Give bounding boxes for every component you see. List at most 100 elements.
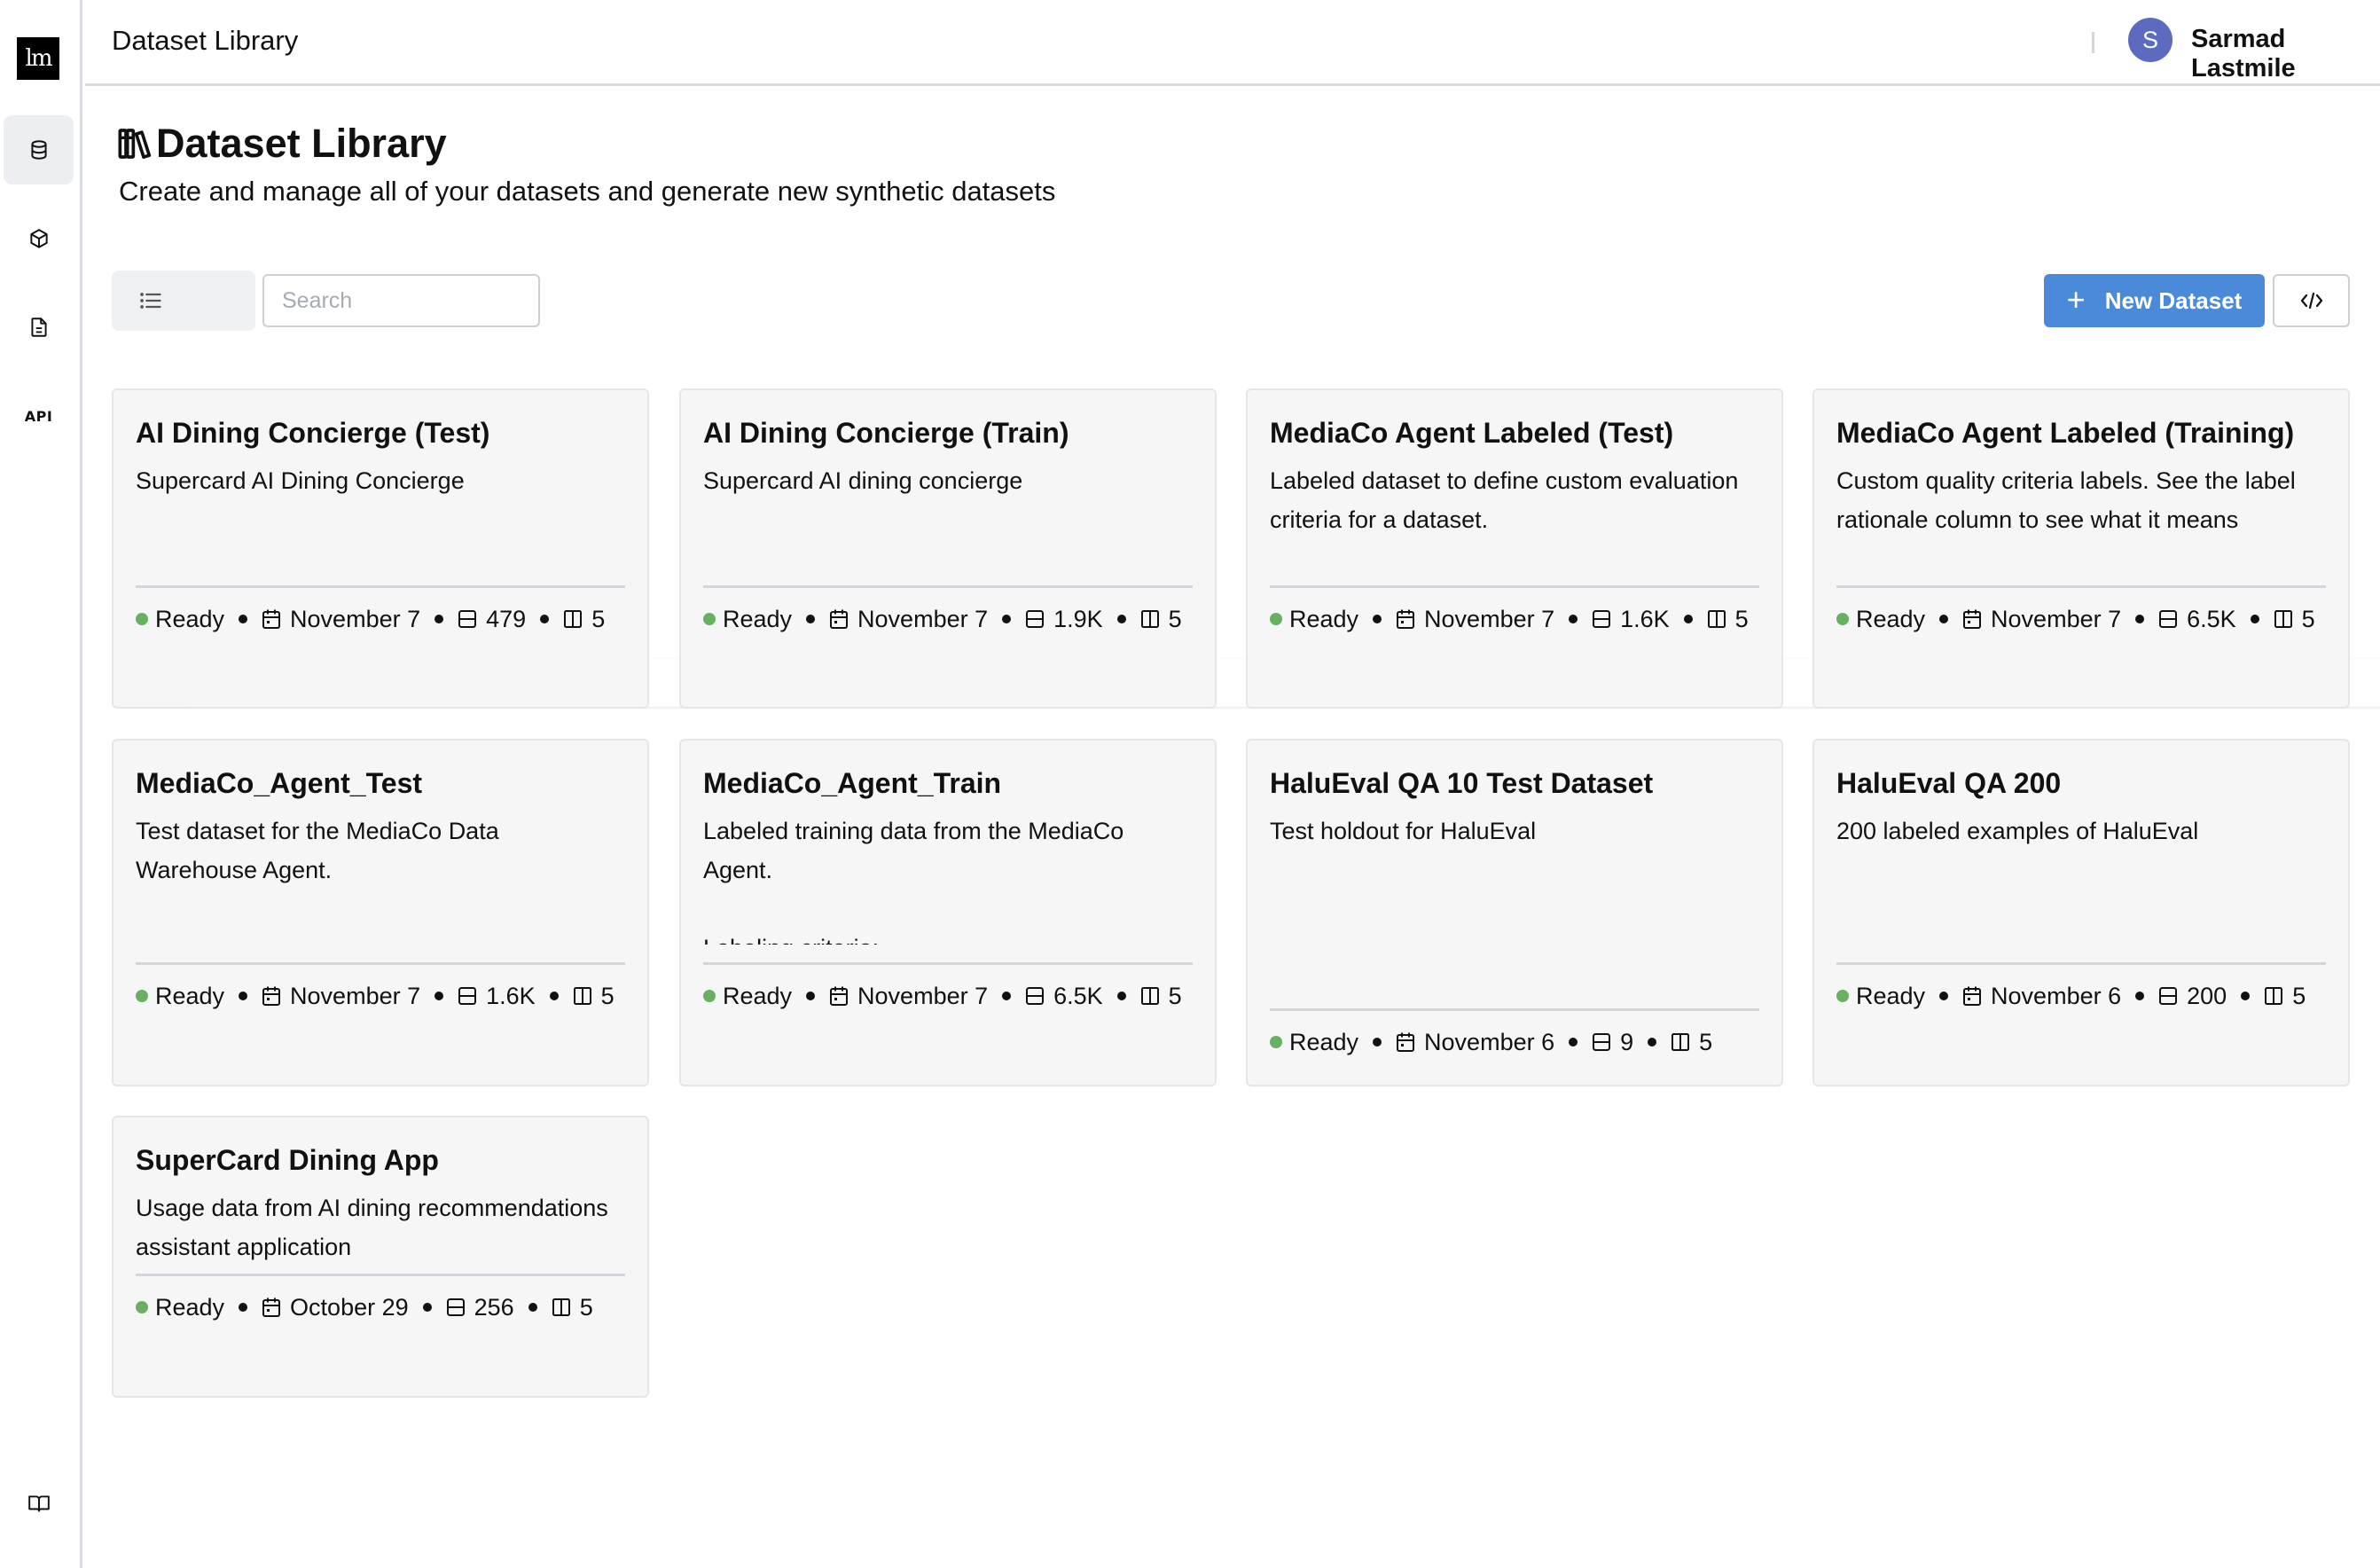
rows-count: 1.6K [486, 983, 536, 1009]
dataset-card[interactable]: MediaCo Agent Labeled (Test) Labeled dat… [1246, 388, 1783, 709]
columns-count: 5 [1699, 1029, 1713, 1055]
rows-count: 1.6K [1620, 606, 1670, 632]
separator-dot [1648, 1038, 1657, 1047]
status-text: Ready [1856, 606, 1926, 632]
separator-dot [2250, 615, 2259, 623]
rows-count: 1.9K [1053, 606, 1103, 632]
list-view-button[interactable] [119, 277, 183, 325]
status-badge: Ready [1270, 596, 1358, 642]
dataset-columns: 5 [1707, 596, 1749, 642]
separator-dot [422, 1303, 432, 1312]
user-name[interactable]: Sarmad Lastmile [2191, 25, 2380, 83]
columns-icon [1140, 987, 1159, 1005]
status-badge: Ready [136, 973, 224, 1019]
dataset-card[interactable]: HaluEval QA 10 Test Dataset Test holdout… [1246, 739, 1783, 1086]
dataset-rows: 479 [458, 596, 526, 642]
dataset-rows: 1.6K [458, 973, 536, 1019]
search-input[interactable] [262, 274, 540, 327]
plus-icon: + [2066, 280, 2086, 318]
status-text: Ready [155, 983, 225, 1009]
separator-dot [239, 615, 248, 623]
calendar-icon [1963, 609, 1982, 629]
dataset-rows: 1.6K [1592, 596, 1670, 642]
dataset-rows: 9 [1592, 1019, 1633, 1065]
status-badge: Ready [136, 1284, 224, 1330]
dataset-card[interactable]: SuperCard Dining App Usage data from AI … [112, 1116, 649, 1398]
calendar-icon [830, 986, 849, 1006]
date-text: November 7 [290, 983, 421, 1009]
separator-dot [806, 615, 816, 623]
separator-dot [2135, 992, 2145, 1000]
columns-icon [1707, 610, 1726, 628]
dataset-date: November 6 [1396, 1019, 1554, 1065]
card-divider [1836, 585, 2326, 588]
rows-count: 6.5K [1053, 983, 1103, 1009]
separator-dot [435, 992, 444, 1000]
dataset-card[interactable]: HaluEval QA 200 200 labeled examples of … [1812, 739, 2350, 1086]
rows-icon [458, 987, 477, 1005]
sidebar-item-api[interactable]: API [4, 381, 74, 451]
sidebar-item-docs[interactable] [4, 1469, 74, 1538]
top-header: Dataset Library S Sarmad Lastmile [85, 0, 2380, 86]
dataset-card[interactable]: MediaCo_Agent_Test Test dataset for the … [112, 739, 649, 1086]
sidebar-item-datasets[interactable] [4, 115, 74, 184]
status-text: Ready [1289, 606, 1359, 632]
sidebar-item-models[interactable] [4, 204, 74, 273]
separator-dot [1002, 615, 1012, 623]
dataset-card[interactable]: MediaCo Agent Labeled (Training) Custom … [1812, 388, 2350, 709]
dataset-date: November 7 [262, 973, 420, 1019]
separator-dot [239, 992, 248, 1000]
date-text: November 7 [1991, 606, 2122, 632]
calendar-icon [1963, 986, 1982, 1006]
dataset-card[interactable]: AI Dining Concierge (Test) Supercard AI … [112, 388, 649, 709]
user-avatar[interactable]: S [2128, 18, 2173, 62]
separator-dot [1002, 992, 1012, 1000]
dataset-date: October 29 [262, 1284, 409, 1330]
status-dot-icon [136, 613, 148, 625]
separator-dot [528, 1303, 537, 1312]
dataset-meta: Ready October 29 256 5 [136, 1284, 625, 1330]
card-divider [1836, 962, 2326, 965]
file-text-icon [30, 318, 47, 337]
rows-icon [1593, 610, 1611, 628]
header-title: Dataset Library [112, 25, 299, 56]
columns-icon [1671, 1033, 1690, 1051]
cube-icon [29, 229, 48, 248]
separator-dot [2241, 992, 2251, 1000]
dataset-date: November 7 [829, 596, 988, 642]
status-text: Ready [723, 606, 793, 632]
date-text: November 7 [1424, 606, 1555, 632]
dataset-card[interactable]: MediaCo_Agent_Train Labeled training dat… [679, 739, 1217, 1086]
new-dataset-button[interactable]: + New Dataset [2044, 274, 2265, 327]
calendar-icon [1397, 1032, 1415, 1052]
dataset-date: November 7 [1962, 596, 2121, 642]
date-text: November 7 [290, 606, 421, 632]
dataset-description: 200 labeled examples of HaluEval [1836, 818, 2199, 844]
rows-icon [1026, 987, 1045, 1005]
status-badge: Ready [1836, 973, 1925, 1019]
dataset-description: Labeled dataset to define custom evaluat… [1270, 467, 1739, 533]
dataset-card[interactable]: AI Dining Concierge (Train) Supercard AI… [679, 388, 1217, 709]
dataset-title: MediaCo Agent Labeled (Training) [1836, 417, 2295, 449]
dataset-meta: Ready November 7 6.5K 5 [1836, 596, 2326, 642]
new-dataset-label: New Dataset [2104, 286, 2243, 314]
dataset-description: Test holdout for HaluEval [1270, 818, 1537, 844]
api-icon: API [24, 407, 53, 425]
card-divider [703, 585, 1193, 588]
status-text: Ready [1289, 1029, 1359, 1055]
separator-dot [435, 615, 444, 623]
header-divider [2092, 32, 2094, 53]
columns-icon [564, 610, 583, 628]
page-subtitle: Create and manage all of your datasets a… [119, 176, 1056, 207]
columns-count: 5 [1168, 983, 1182, 1009]
dataset-description: Supercard AI Dining Concierge [136, 467, 465, 494]
dataset-rows: 256 [446, 1284, 514, 1330]
separator-dot [1939, 992, 1949, 1000]
sidebar-item-documents[interactable] [4, 293, 74, 362]
rows-icon [2159, 987, 2178, 1005]
app-logo[interactable]: lm [17, 37, 59, 80]
code-button[interactable] [2273, 274, 2350, 327]
dataset-description: Supercard AI dining concierge [703, 467, 1023, 494]
rows-icon [458, 610, 477, 628]
list-icon [140, 293, 161, 309]
